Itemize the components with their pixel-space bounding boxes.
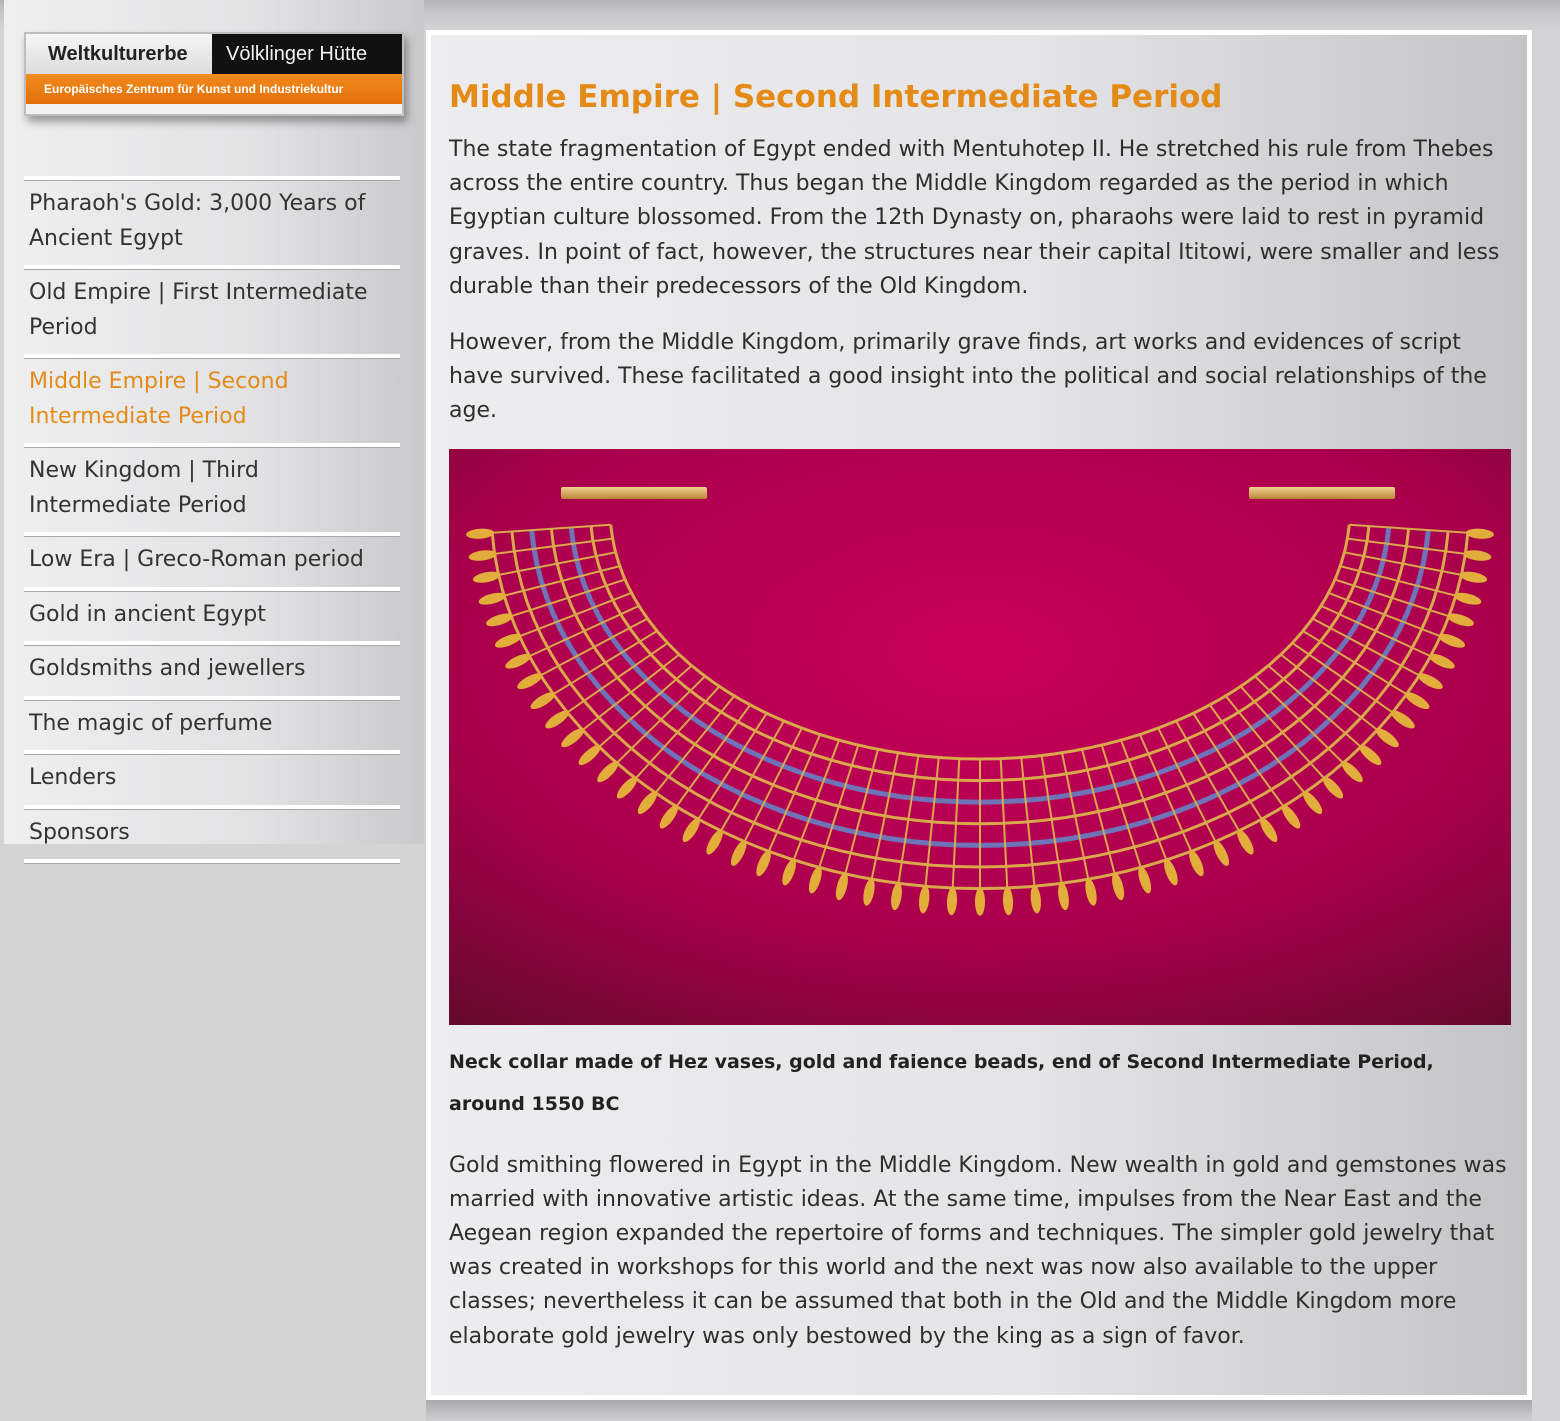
collar-clasp-right: [1249, 486, 1395, 499]
nav-item-middle-empire[interactable]: Middle Empire | Second Intermediate Peri…: [24, 354, 400, 443]
page-title: Middle Empire | Second Intermediate Peri…: [449, 79, 1223, 115]
nav-item-sponsors[interactable]: Sponsors: [24, 804, 400, 860]
nav-item-new-kingdom[interactable]: New Kingdom | Third Intermediate Period: [24, 443, 400, 532]
site-logo[interactable]: Weltkulturerbe Völklinger Hütte Europäis…: [24, 32, 404, 116]
logo-right-text: Völklinger Hütte: [212, 34, 402, 74]
sidebar-nav: Pharaoh's Gold: 3,000 Years of Ancient E…: [24, 176, 400, 865]
nav-item-lenders[interactable]: Lenders: [24, 750, 400, 805]
logo-subtitle: Europäisches Zentrum für Kunst und Indus…: [26, 74, 402, 104]
collar-drop-pendant: [975, 887, 985, 916]
image-caption: Neck collar made of Hez vases, gold and …: [449, 1050, 1434, 1115]
page-bottom-shade: [426, 1400, 1532, 1421]
main-content: Middle Empire | Second Intermediate Peri…: [426, 30, 1532, 1400]
second-paragraph: However, from the Middle Kingdom, primar…: [449, 330, 1487, 424]
logo-left-text: Weltkulturerbe: [26, 34, 212, 74]
closing-paragraph: Gold smithing flowered in Egypt in the M…: [449, 1152, 1507, 1349]
nav-item-pharaohs-gold[interactable]: Pharaoh's Gold: 3,000 Years of Ancient E…: [24, 176, 400, 265]
nav-item-old-empire[interactable]: Old Empire | First Intermediate Period: [24, 265, 400, 354]
logo-strip: [26, 104, 402, 114]
intro-paragraph: The state fragmentation of Egypt ended w…: [449, 137, 1500, 299]
neck-collar-image: [449, 448, 1511, 1025]
nav-item-low-era[interactable]: Low Era | Greco-Roman period: [24, 532, 400, 587]
sidebar-empty-area: [4, 844, 424, 1421]
image-background: [449, 448, 1511, 1025]
nav-divider: [24, 859, 400, 865]
nav-item-gold-in-egypt[interactable]: Gold in ancient Egypt: [24, 586, 400, 642]
logo-top-bar: Weltkulturerbe Völklinger Hütte: [26, 34, 402, 74]
nav-item-perfume[interactable]: The magic of perfume: [24, 695, 400, 751]
nav-item-goldsmiths[interactable]: Goldsmiths and jewellers: [24, 641, 400, 696]
collar-clasp-left: [561, 486, 707, 499]
